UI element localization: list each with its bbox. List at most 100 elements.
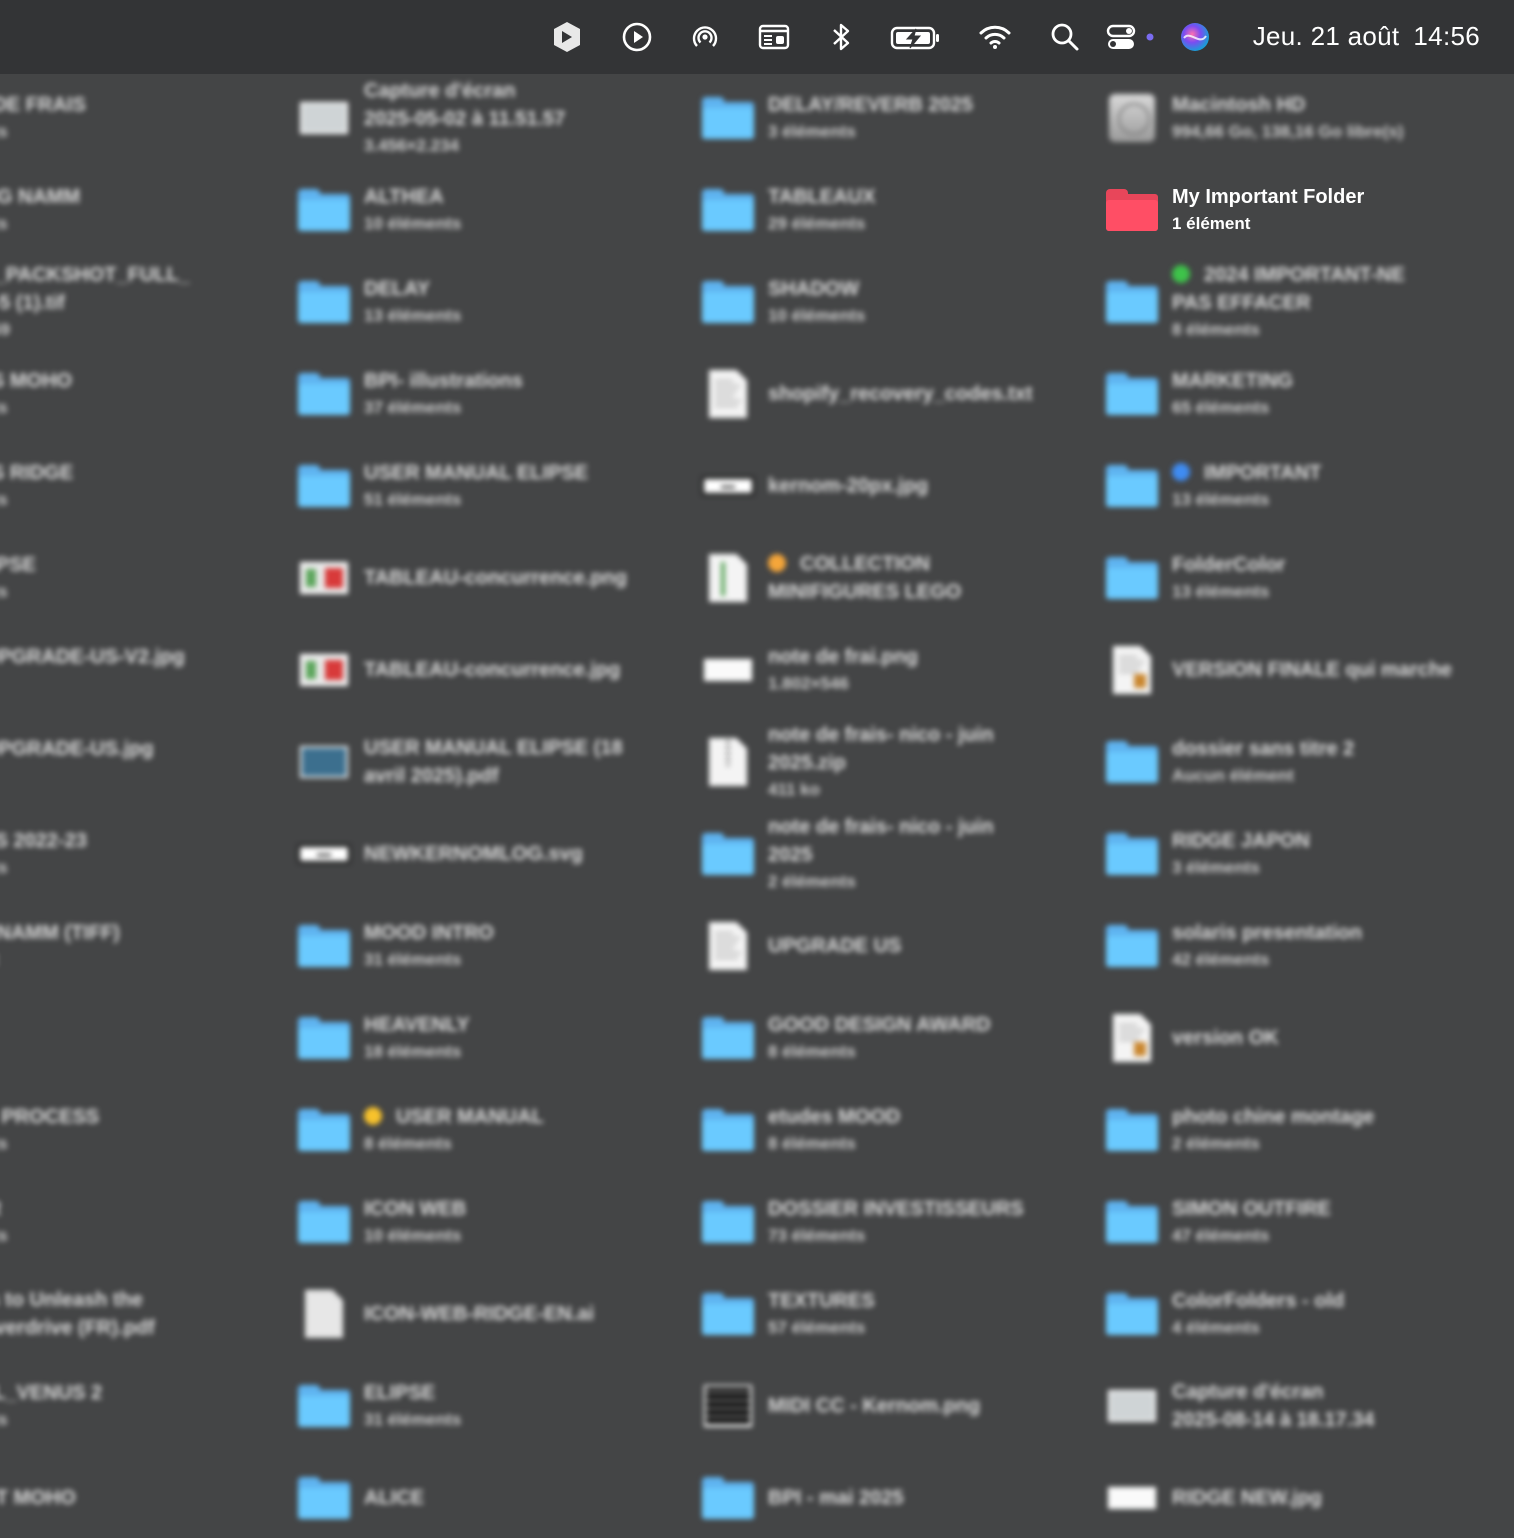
desktop-item[interactable]: USER MANUAL 8 éléments bbox=[298, 1090, 544, 1170]
hard-drive-icon bbox=[1106, 92, 1158, 144]
desktop-item[interactable]: TABLEAUX 29 éléments bbox=[702, 170, 875, 250]
desktop-item-text: HIRTS 2022-23 éments bbox=[0, 827, 87, 881]
desktop-item[interactable]: RIDGE NEW.jpg bbox=[1106, 1458, 1322, 1538]
desktop-item[interactable]: STER éments bbox=[0, 1182, 8, 1262]
desktop-item[interactable]: BPI- illustrations 37 éléments bbox=[298, 354, 523, 434]
desktop-item[interactable]: UPGRADE US bbox=[702, 906, 901, 986]
bluetooth-icon[interactable] bbox=[822, 18, 860, 56]
desktop-item[interactable]: IMPORTANT 13 éléments bbox=[1106, 446, 1321, 526]
desktop-item[interactable]: note de frais- nico - juin 2025.zip 411 ko bbox=[702, 722, 994, 802]
desktop-item[interactable]: GE ET MOHO bbox=[0, 1458, 76, 1538]
desktop-item-text: NEWKERNOMLOG.svg bbox=[364, 840, 583, 868]
desktop-item[interactable]: Capture d'écran 2025-08-14 à 18.17.34 bbox=[1106, 1366, 1374, 1446]
desktop-item-text: note de frais- nico - juin 2025 2 éléments bbox=[768, 813, 994, 895]
desktop-item[interactable]: TABLEAU-concurrence.png bbox=[298, 538, 627, 618]
desktop-item-info: 13 éléments bbox=[1172, 490, 1270, 509]
desktop-item[interactable]: TEXTURES 57 éléments bbox=[702, 1274, 875, 1354]
desktop-item[interactable]: ICON WEB 10 éléments bbox=[298, 1182, 466, 1262]
desktop-item[interactable]: CKING NAMM éments bbox=[0, 170, 80, 250]
desktop-item[interactable]: NOM_PACKSHOT_FULL_ 0DPI-5 (1).tif 0×4.459 bbox=[0, 262, 190, 342]
desktop-item[interactable]: ICON-WEB-RIDGE-EN.ai bbox=[298, 1274, 594, 1354]
desktop-item[interactable]: ColorFolders - old 4 éléments bbox=[1106, 1274, 1344, 1354]
desktop-item[interactable]: ELIPSE 31 éléments bbox=[298, 1366, 461, 1446]
desktop-item[interactable]: version OK bbox=[1106, 998, 1279, 1078]
desktop-item-text: note de frais- nico - juin 2025.zip 411 ko bbox=[768, 721, 994, 803]
desktop-item-name-text: Ways to Unleash the bbox=[0, 1289, 143, 1311]
desktop-item[interactable]: TES DE FRAIS éments bbox=[0, 78, 86, 158]
desktop-item[interactable]: TABLEAU-concurrence.jpg bbox=[298, 630, 620, 710]
folder-icon bbox=[298, 1380, 350, 1432]
desktop-item[interactable]: SIMON OUTFIRE 47 éléments bbox=[1106, 1182, 1331, 1262]
desktop-item[interactable]: Capture d'écran 2025-05-02 à 11.51.57 3.45… bbox=[298, 78, 565, 158]
desktop-item[interactable]: BITAL_VENUS 2 éments bbox=[0, 1366, 102, 1446]
siri-icon[interactable] bbox=[1176, 18, 1214, 56]
desktop-item[interactable]: My Important Folder 1 élément bbox=[1106, 170, 1364, 250]
desktop-item[interactable]: note de frai.png 1.802×546 bbox=[702, 630, 918, 710]
desktop-item[interactable]: GE-UPGRADE-US-V2.jpg 5×961 bbox=[0, 630, 185, 710]
desktop-item[interactable]: Macintosh HD 994,66 Go, 138,16 Go libre(s… bbox=[1106, 78, 1404, 158]
folder-icon bbox=[298, 1104, 350, 1156]
desktop-item-text: STER éments bbox=[0, 1195, 8, 1249]
desktop-item[interactable]: MIDI CC - Kernom.png bbox=[702, 1366, 980, 1446]
menu-bar: Jeu. 21 août 14:56 bbox=[0, 0, 1514, 74]
desktop-item[interactable]: FolderColor 13 éléments bbox=[1106, 538, 1285, 618]
desktop-item-name-text: STER bbox=[0, 1198, 1, 1220]
desktop-item-name: TABLEAUX bbox=[768, 183, 875, 211]
clock-time: 14:56 bbox=[1413, 21, 1480, 51]
desktop-item[interactable]: ▬▬ kernom-20px.jpg bbox=[702, 446, 928, 526]
desktop-item[interactable]: GE-UPGRADE-US.jpg 0×961 bbox=[0, 722, 154, 802]
desktop-item[interactable]: Ways to Unleash the GE overdrive (FR).pdf bbox=[0, 1274, 155, 1354]
desktop-item-text: photo chine montage 2 éléments bbox=[1172, 1103, 1374, 1157]
desktop-item[interactable]: note de frais- nico - juin 2025 2 éléments bbox=[702, 814, 994, 894]
desktop-item[interactable]: 2024 IMPORTANT-NE PAS EFFACER 8 éléments bbox=[1106, 262, 1405, 342]
airdrop-icon[interactable] bbox=[686, 18, 724, 56]
desktop-item-info: éments bbox=[0, 582, 8, 601]
desktop-item[interactable]: VERSION FINALE qui marche bbox=[1106, 630, 1452, 710]
desktop-item[interactable]: etudes MOOD 8 éléments bbox=[702, 1090, 900, 1170]
folder-icon bbox=[702, 1196, 754, 1248]
spotlight-search-icon[interactable] bbox=[1046, 18, 1084, 56]
desktop-item-name: shopify_recovery_codes.txt bbox=[768, 380, 1033, 408]
desktop-item-info: éments bbox=[0, 1226, 8, 1245]
desktop-item[interactable]: COLLECTION MINIFIGURES LEGO bbox=[702, 538, 961, 618]
desktop-item[interactable]: DELAY/REVERB 2025 3 éléments bbox=[702, 78, 973, 158]
window-keyboard-icon[interactable] bbox=[755, 18, 793, 56]
desktop-item-name: note de frais- nico - juin bbox=[768, 721, 994, 749]
desktop-item[interactable]: ALICE bbox=[298, 1458, 424, 1538]
desktop-item[interactable]: shopify_recovery_codes.txt bbox=[702, 354, 1033, 434]
desktop-item[interactable]: DOSSIER INVESTISSEURS 73 éléments bbox=[702, 1182, 1024, 1262]
wifi-icon[interactable] bbox=[976, 18, 1014, 56]
play-circle-icon[interactable] bbox=[618, 18, 656, 56]
desktop-item[interactable]: GOOD DESIGN AWARD 8 éléments bbox=[702, 998, 991, 1078]
desktop-item[interactable]: USER MANUAL ELIPSE 51 éléments bbox=[298, 446, 588, 526]
folder-icon bbox=[702, 1472, 754, 1524]
desktop-item[interactable]: USER MANUAL ELIPSE (18 avril 2025).pdf bbox=[298, 722, 623, 802]
desktop-item[interactable]: ALTHEA 10 éléments bbox=[298, 170, 461, 250]
control-center-icon[interactable] bbox=[1104, 18, 1160, 56]
desktop-item[interactable]: HIRTS 2022-23 éments bbox=[0, 814, 87, 894]
desktop-item[interactable]: RIDGE JAPON 3 éléments bbox=[1106, 814, 1310, 894]
desktop-item-name-text: VERSION FINALE qui marche bbox=[1172, 659, 1453, 681]
desktop-item[interactable]: BPI - mai 2025 bbox=[702, 1458, 904, 1538]
desktop-item-name-text: DOSSIER INVESTISSEURS bbox=[768, 1198, 1024, 1220]
battery-charging-icon[interactable] bbox=[890, 18, 942, 56]
desktop-item[interactable]: HEAVENLY 18 éléments bbox=[298, 998, 470, 1078]
desktop-item[interactable]: SHADOW 10 éléments bbox=[702, 262, 865, 342]
menu-bar-clock[interactable]: Jeu. 21 août 14:56 bbox=[1253, 21, 1480, 52]
desktop-item[interactable]: photo chine montage 2 éléments bbox=[1106, 1090, 1374, 1170]
desktop-item-text: MOOD INTRO 31 éléments bbox=[364, 919, 494, 973]
desktop-item[interactable]: ▬▬ NEWKERNOMLOG.svg bbox=[298, 814, 583, 894]
desktop-item[interactable]: MOOD INTRO 31 éléments bbox=[298, 906, 494, 986]
desktop-item[interactable]: OTOS MOHO éments bbox=[0, 354, 72, 434]
desktop-item-name-text: OTO NAMM (TIFF) bbox=[0, 922, 120, 944]
desktop-item[interactable]: DELAY 13 éléments bbox=[298, 262, 461, 342]
desktop-item[interactable]: dossier sans titre 2 Aucun élément bbox=[1106, 722, 1354, 802]
desktop-item[interactable]: MARKETING 65 éléments bbox=[1106, 354, 1293, 434]
app-shield-icon[interactable] bbox=[548, 18, 586, 56]
desktop-item[interactable]: 8 ELIPSE éments bbox=[0, 538, 36, 618]
desktop-item-text: DELAY 13 éléments bbox=[364, 275, 461, 329]
desktop-item[interactable]: solaris presentation 42 éléments bbox=[1106, 906, 1362, 986]
desktop-item[interactable]: OTO NAMM (TIFF) ément bbox=[0, 906, 120, 986]
desktop-item[interactable]: TING PROCESS éments bbox=[0, 1090, 99, 1170]
desktop-item[interactable]: OTOS RIDGE éments bbox=[0, 446, 73, 526]
